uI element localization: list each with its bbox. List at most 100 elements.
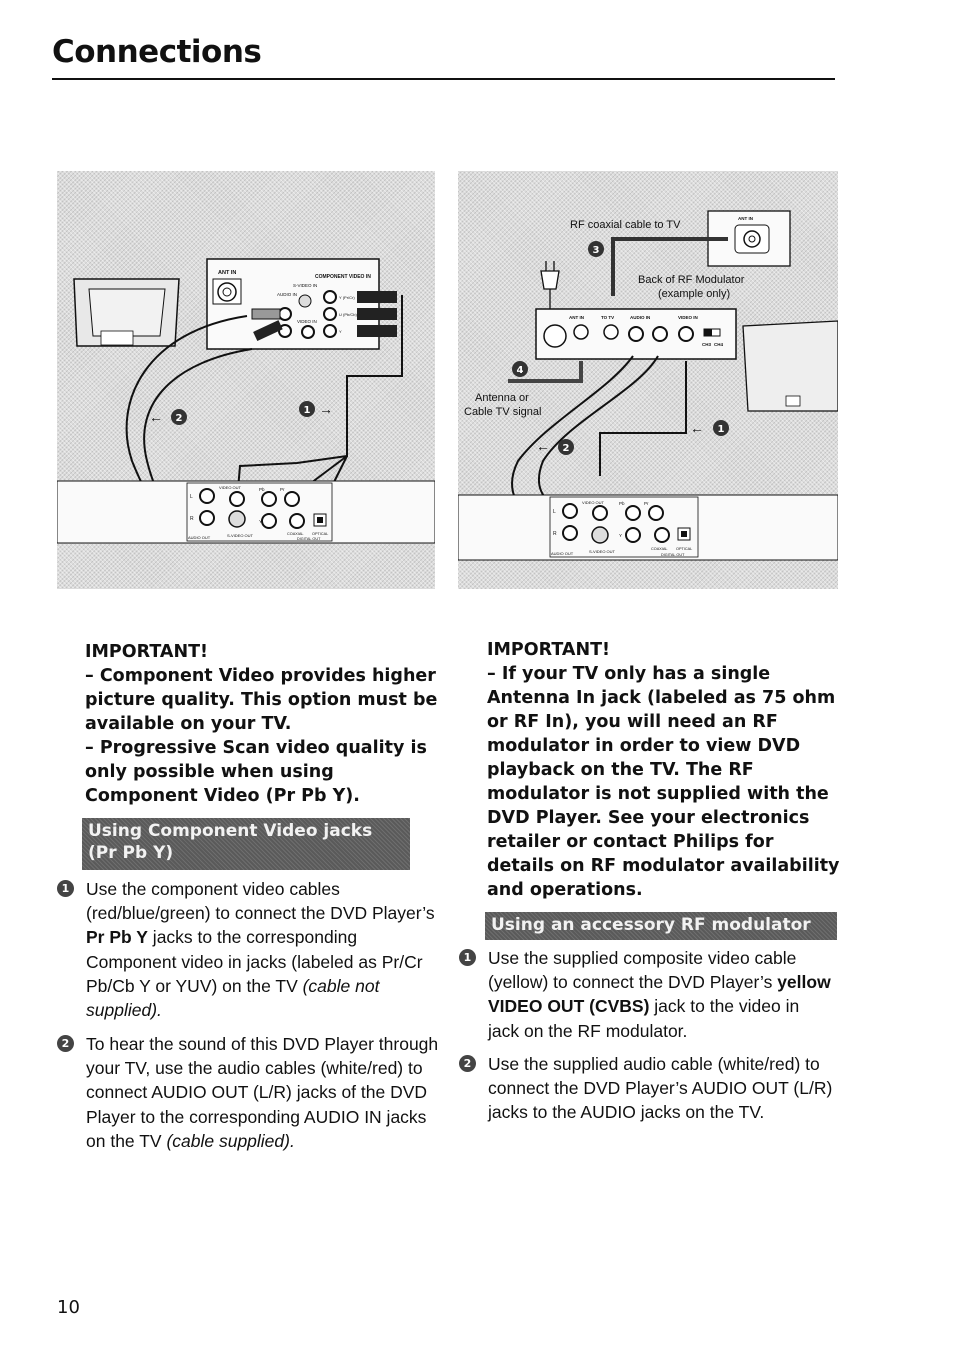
mod-to-tv-jack [603,324,619,340]
title-rule [52,78,835,80]
l-label: L [190,494,193,500]
dvd-back-panel: L R VIDEO OUT Pb Pr Y AUDIO OUT S-VIDEO … [57,480,435,544]
rf-modulator-illustration: RF coaxial cable to TV ANT IN 3 Back of … [458,210,838,561]
video-out-label: VIDEO OUT [219,485,242,490]
pb-jack [625,505,641,521]
audio-out-l-jack [562,503,578,519]
svg-text:4: 4 [517,365,524,376]
plug-blue [357,308,397,320]
component-video-diagram: ANT IN COMPONENT VIDEO IN S-VIDEO IN AUD… [57,171,435,589]
step-text: Use the component video cables (red/blue… [86,879,435,924]
dvd-back-panel: L R VIDEO OUT Pb Pr Y AUDIO OUT S-VIDEO … [458,494,838,561]
callout-1: 1 → [299,401,333,417]
step-2-audio-cable: 2 Use the supplied audio cable (white/re… [459,1052,838,1125]
s-video-out-jack [228,510,246,528]
pr-jack [284,491,300,507]
y-pr-label: Y (Pr/Cr) [339,295,355,300]
step-bold-text: Pr Pb Y [86,927,148,948]
s-video-out-label: S-VIDEO OUT [227,533,254,538]
step-2-audio: 2 To hear the sound of this DVD Player t… [57,1032,441,1153]
u-pb-label: U (Pb/Cb) [339,312,357,317]
important-line-2: – Progressive Scan video quality is only… [85,738,427,806]
mod-ant-in-jack [573,324,589,340]
step-1-component-video: 1 Use the component video cables (red/bl… [57,877,436,1022]
audio-out-label: AUDIO OUT [551,551,574,556]
audio-in-label: AUDIO IN [277,292,297,297]
plug-green [357,325,397,337]
mod-video-in-label: VIDEO IN [678,315,698,320]
step-number-icon: 1 [459,949,476,966]
callout-2: ← 2 [149,409,187,425]
coaxial-jack [654,527,670,543]
audio-in-l-jack [278,307,292,321]
audio-out-label: AUDIO OUT [188,535,211,540]
section-heading-component-video: Using Component Video jacks (Pr Pb Y) [82,818,410,870]
s-video-in-jack [298,294,312,308]
step-text: Use the supplied composite video cable (… [488,948,797,993]
important-heading: IMPORTANT! [487,640,611,660]
important-note-right: IMPORTANT! – If your TV only has a singl… [487,638,842,902]
r-label: R [190,516,194,522]
svg-text:→: → [319,401,333,417]
coaxial-label: COAXIAL [651,547,667,551]
y-out-label: Y [619,533,622,538]
s-video-out-label: S-VIDEO OUT [589,549,616,554]
modulator-example-label: (example only) [658,288,730,300]
tv-back-panel: ANT IN COMPONENT VIDEO IN S-VIDEO IN AUD… [206,258,397,350]
step-note: (cable supplied). [166,1130,295,1151]
important-text: – If your TV only has a single Antenna I… [487,664,840,900]
plug-white [251,308,281,320]
component-u-pb-jack [323,307,337,321]
tv-icon-right [742,320,838,412]
plug-red [357,291,397,303]
important-note-left: IMPORTANT! – Component Video provides hi… [85,640,445,808]
digital-out-label: DIGITAL OUT [661,553,685,557]
important-heading: IMPORTANT! [85,642,209,662]
pr-jack [648,505,664,521]
mod-video-in-jack [678,326,694,342]
ch3-label: CH3 [702,342,711,347]
step-number-icon: 2 [57,1035,74,1052]
callout-4: 4 [512,361,528,377]
pr-label: Pr [644,501,649,506]
pr-label: Pr [280,487,285,492]
step-text: Use the supplied audio cable (white/red)… [488,1054,833,1123]
optical-label: OPTICAL [676,547,692,551]
component-video-in-label: COMPONENT VIDEO IN [315,274,371,280]
component-y-pr-jack [323,290,337,304]
cable-tv-label: Cable TV signal [464,406,541,418]
svg-text:←: ← [536,438,550,454]
audio-cable-white [538,355,659,507]
tv-ant-in-label: ANT IN [738,216,753,221]
coaxial-jack [289,513,305,529]
mod-ant-in-label: ANT IN [569,315,584,320]
mod-audio-l-jack [652,326,668,342]
component-y-jack [323,324,337,338]
audio-out-r-jack [199,510,215,526]
svg-text:2: 2 [563,443,570,454]
antenna-label: Antenna or [475,392,529,404]
pb-label: Pb [619,501,625,506]
rf-cable-label: RF coaxial cable to TV [570,219,681,231]
section-heading-rf-modulator: Using an accessory RF modulator [485,912,837,940]
page-title: Connections [52,34,262,70]
optical-jack [681,531,687,537]
audio-out-r-jack [562,525,578,541]
step-number-icon: 2 [459,1055,476,1072]
modulator-label: Back of RF Modulator [638,274,745,286]
svg-text:2: 2 [176,413,183,424]
svg-text:3: 3 [593,245,600,256]
important-line-1: – Component Video provides higher pictur… [85,666,438,734]
svg-text:1: 1 [718,424,725,435]
page-number: 10 [57,1297,80,1318]
audio-out-l-jack [199,488,215,504]
svg-text:1: 1 [304,405,311,416]
rf-modulator-panel: ANT IN TO TV AUDIO IN VIDEO IN CH3 CH4 [535,308,737,360]
video-in-label: VIDEO IN [297,319,317,324]
video-out-label: VIDEO OUT [582,500,605,505]
ch4-label: CH4 [714,342,723,347]
y-jack [625,527,641,543]
component-video-illustration: ANT IN COMPONENT VIDEO IN S-VIDEO IN AUD… [57,258,435,544]
step-number-icon: 1 [57,880,74,897]
video-out-jack [592,505,608,521]
